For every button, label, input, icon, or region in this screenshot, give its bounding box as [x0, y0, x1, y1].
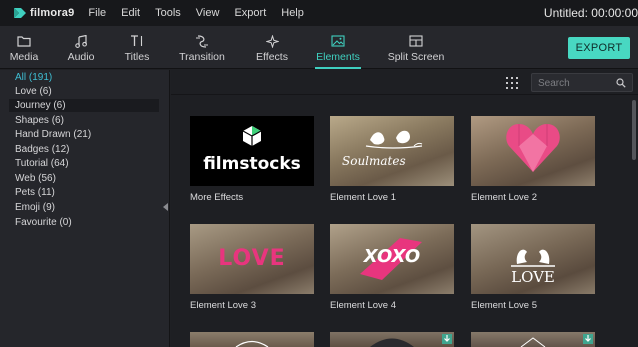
element-thumbnail[interactable]	[190, 332, 314, 347]
thumbnail-art	[235, 340, 269, 347]
search-box	[531, 73, 633, 92]
element-label: Element Love 2	[471, 192, 538, 203]
download-icon[interactable]	[583, 334, 593, 344]
element-label: Element Love 4	[330, 300, 397, 311]
music-note-icon	[73, 34, 89, 48]
category-emoji[interactable]: Emoji (9)	[9, 201, 55, 214]
tab-media-label: Media	[9, 51, 39, 63]
folder-icon	[16, 34, 32, 48]
category-favourite[interactable]: Favourite (0)	[9, 216, 72, 229]
category-web[interactable]: Web (56)	[9, 172, 56, 185]
category-sidebar: All (191) Love (6) Journey (6) Shapes (6…	[0, 70, 170, 347]
filmora-window: filmora9 File Edit Tools View Export Hel…	[0, 0, 638, 347]
thumbnail-caption: filmstocks	[203, 154, 301, 174]
category-tutorial[interactable]: Tutorial (64)	[9, 157, 69, 170]
element-thumbnail-more-effects[interactable]: filmstocks	[190, 116, 314, 186]
sparkle-icon	[264, 34, 280, 48]
split-screen-icon	[408, 34, 424, 48]
thumbnail-caption: Soulmates	[342, 154, 406, 168]
tab-transition[interactable]: Transition	[178, 26, 226, 69]
app-logo: filmora9	[14, 7, 74, 19]
element-thumbnail[interactable]	[471, 332, 595, 347]
category-love[interactable]: Love (6)	[9, 85, 52, 98]
menu-export[interactable]: Export	[234, 7, 266, 19]
menu-file[interactable]: File	[88, 7, 106, 19]
category-journey[interactable]: Journey (6)	[9, 99, 159, 112]
download-icon[interactable]	[442, 334, 452, 344]
thumbnail-art	[520, 337, 546, 347]
menu-edit[interactable]: Edit	[121, 7, 140, 19]
tab-split-screen-label: Split Screen	[387, 51, 445, 63]
tab-elements[interactable]: Elements	[315, 26, 361, 69]
transition-icon	[194, 34, 210, 48]
birds-icon	[365, 130, 423, 149]
tab-titles[interactable]: Titles	[122, 26, 152, 69]
menu-help[interactable]: Help	[281, 7, 304, 19]
tab-audio-label: Audio	[67, 51, 95, 63]
menu-bar: filmora9 File Edit Tools View Export Hel…	[0, 0, 638, 26]
thumbnail-caption: LOVE	[218, 246, 286, 271]
tab-effects-label: Effects	[256, 51, 288, 63]
tab-effects[interactable]: Effects	[255, 26, 289, 69]
grid-view-icon[interactable]	[506, 77, 518, 89]
search-icon[interactable]	[616, 78, 626, 88]
scrollbar[interactable]	[632, 100, 636, 160]
thumbnail-caption: XOXO	[363, 246, 421, 267]
app-logo-text: filmora9	[30, 7, 75, 19]
category-pets[interactable]: Pets (11)	[9, 186, 55, 199]
collapse-panel-icon[interactable]	[163, 203, 168, 211]
element-label: Element Love 5	[471, 300, 538, 311]
text-icon	[129, 34, 145, 48]
element-thumbnail-love-1[interactable]: Soulmates	[330, 116, 454, 186]
filmstocks-logo-icon	[242, 126, 262, 146]
element-thumbnail-love-2[interactable]	[471, 116, 595, 186]
tab-audio[interactable]: Audio	[64, 26, 98, 69]
filmora-logo-icon	[14, 8, 26, 18]
project-title: Untitled: 00:00:00	[543, 6, 638, 20]
element-label: Element Love 3	[190, 300, 257, 311]
category-hand-drawn[interactable]: Hand Drawn (21)	[9, 128, 91, 141]
menu-tools[interactable]: Tools	[155, 7, 181, 19]
image-icon	[330, 34, 346, 48]
category-all[interactable]: All (191)	[9, 71, 52, 84]
library-toolbar	[171, 70, 638, 95]
element-thumbnail-love-3[interactable]: LOVE	[190, 224, 314, 294]
tab-transition-label: Transition	[179, 51, 225, 63]
menu-view[interactable]: View	[196, 7, 220, 19]
element-label: Element Love 1	[330, 192, 397, 203]
tab-media[interactable]: Media	[6, 26, 42, 69]
tab-split-screen[interactable]: Split Screen	[386, 26, 446, 69]
thumbnail-caption: LOVE	[511, 268, 555, 286]
heart-icon	[506, 124, 560, 172]
export-button[interactable]: EXPORT	[568, 37, 630, 59]
search-input[interactable]	[538, 76, 614, 90]
elements-library: filmstocks More Effects Soulmates Elemen…	[171, 70, 638, 347]
category-badges[interactable]: Badges (12)	[9, 143, 69, 156]
element-label: More Effects	[190, 192, 244, 203]
element-thumbnail[interactable]	[330, 332, 454, 347]
module-toolbar: Media Audio Titles Transition Effects El…	[0, 26, 638, 69]
element-thumbnail-love-4[interactable]: XOXO	[330, 224, 454, 294]
thumbnail-art	[370, 338, 414, 347]
tab-elements-label: Elements	[316, 51, 360, 63]
tab-titles-label: Titles	[124, 51, 150, 63]
category-shapes[interactable]: Shapes (6)	[9, 114, 64, 127]
element-thumbnail-love-5[interactable]: LOVE	[471, 224, 595, 294]
